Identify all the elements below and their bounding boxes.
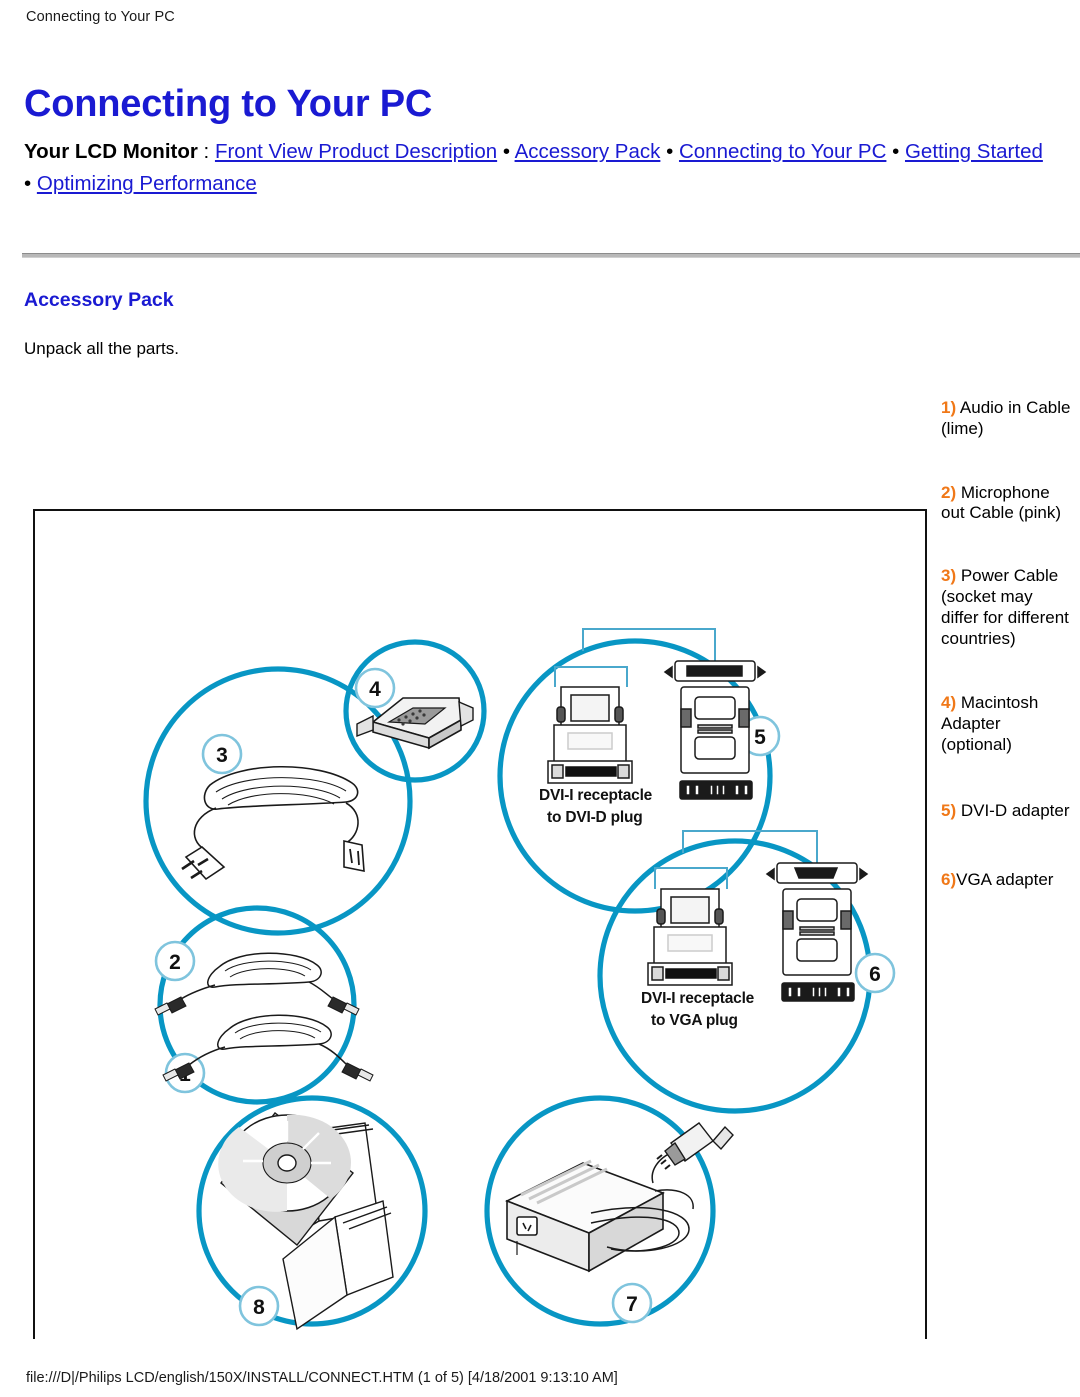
callout-2-label: 2 [169,951,181,974]
accessory-legend: 1) Audio in Cable (lime) 2) Microphone o… [941,398,1073,890]
vga-label-line1: DVI-I receptacle [641,990,755,1007]
horizontal-divider [22,253,1080,258]
breadcrumb-link-getting-started[interactable]: Getting Started [905,140,1043,163]
legend-item-text: Macintosh Adapter (optional) [941,693,1039,754]
legend-item: 4) Macintosh Adapter (optional) [941,693,1073,755]
running-header: Connecting to Your PC [26,9,175,25]
section-heading-accessory-pack: Accessory Pack [24,289,174,311]
breadcrumb-link-connecting[interactable]: Connecting to Your PC [679,140,886,163]
illustration-power-adapter [505,1122,734,1273]
legend-item-text: Audio in Cable (lime) [941,398,1071,438]
section-intro-text: Unpack all the parts. [24,339,179,358]
illustration-vga-adapter: DVI-I receptacle to VGA plug [641,830,869,1029]
callout-5-label: 5 [754,726,766,749]
breadcrumb-sep-4: • [24,172,37,195]
breadcrumb-link-optimizing[interactable]: Optimizing Performance [37,172,257,195]
legend-item: 2) Microphone out Cable (pink) [941,483,1073,525]
legend-item: 1) Audio in Cable (lime) [941,398,1073,440]
legend-item-number: 4) [941,693,957,713]
legend-item-number: 5) [941,800,957,820]
legend-item-text: Power Cable (socket may differ for diffe… [941,566,1069,648]
legend-item-number: 6) [941,869,957,889]
legend-item: 6)VGA adapter [941,870,1073,891]
legend-item-text: DVI-D adapter [956,800,1070,820]
legend-item-number: 1) [941,398,957,417]
dvi-d-label-line2: to DVI-D plug [547,809,643,826]
illustration-power-cable [181,765,365,881]
circle-3 [143,666,413,936]
breadcrumb-lead: Your LCD Monitor [24,140,198,163]
callout-4-label: 4 [369,678,381,701]
breadcrumb: Your LCD Monitor : Front View Product De… [24,136,1054,200]
breadcrumb-link-front-view[interactable]: Front View Product Description [215,140,497,163]
document-page: Connecting to Your PC Connecting to Your… [0,0,1080,1397]
callout-3-label: 3 [216,744,228,767]
breadcrumb-sep-3: • [886,140,905,163]
status-bar-file-path: file:///D|/Philips LCD/english/150X/INST… [26,1370,618,1386]
legend-item: 3) Power Cable (socket may differ for di… [941,566,1073,649]
legend-item-text: VGA adapter [956,869,1054,889]
callout-8-label: 8 [253,1296,265,1319]
legend-item: 5) DVI-D adapter [941,801,1073,822]
dvi-d-label-line1: DVI-I receptacle [539,787,653,804]
accessory-pack-diagram: 3 4 2 1 5 6 7 8 [143,628,896,1331]
legend-item-number: 3) [941,566,957,586]
callout-6-label: 6 [869,963,881,986]
callout-7-label: 7 [626,1293,638,1316]
accessory-pack-figure: 3 4 2 1 5 6 7 8 [33,509,927,1339]
breadcrumb-link-accessory-pack[interactable]: Accessory Pack [515,140,661,163]
breadcrumb-sep-2: • [660,140,679,163]
breadcrumb-colon: : [197,140,215,163]
legend-item-text: Microphone out Cable (pink) [941,482,1062,523]
vga-label-line2: to VGA plug [651,1012,738,1029]
legend-item-number: 2) [941,482,957,502]
page-title: Connecting to Your PC [24,83,433,126]
breadcrumb-sep-1: • [497,140,515,163]
